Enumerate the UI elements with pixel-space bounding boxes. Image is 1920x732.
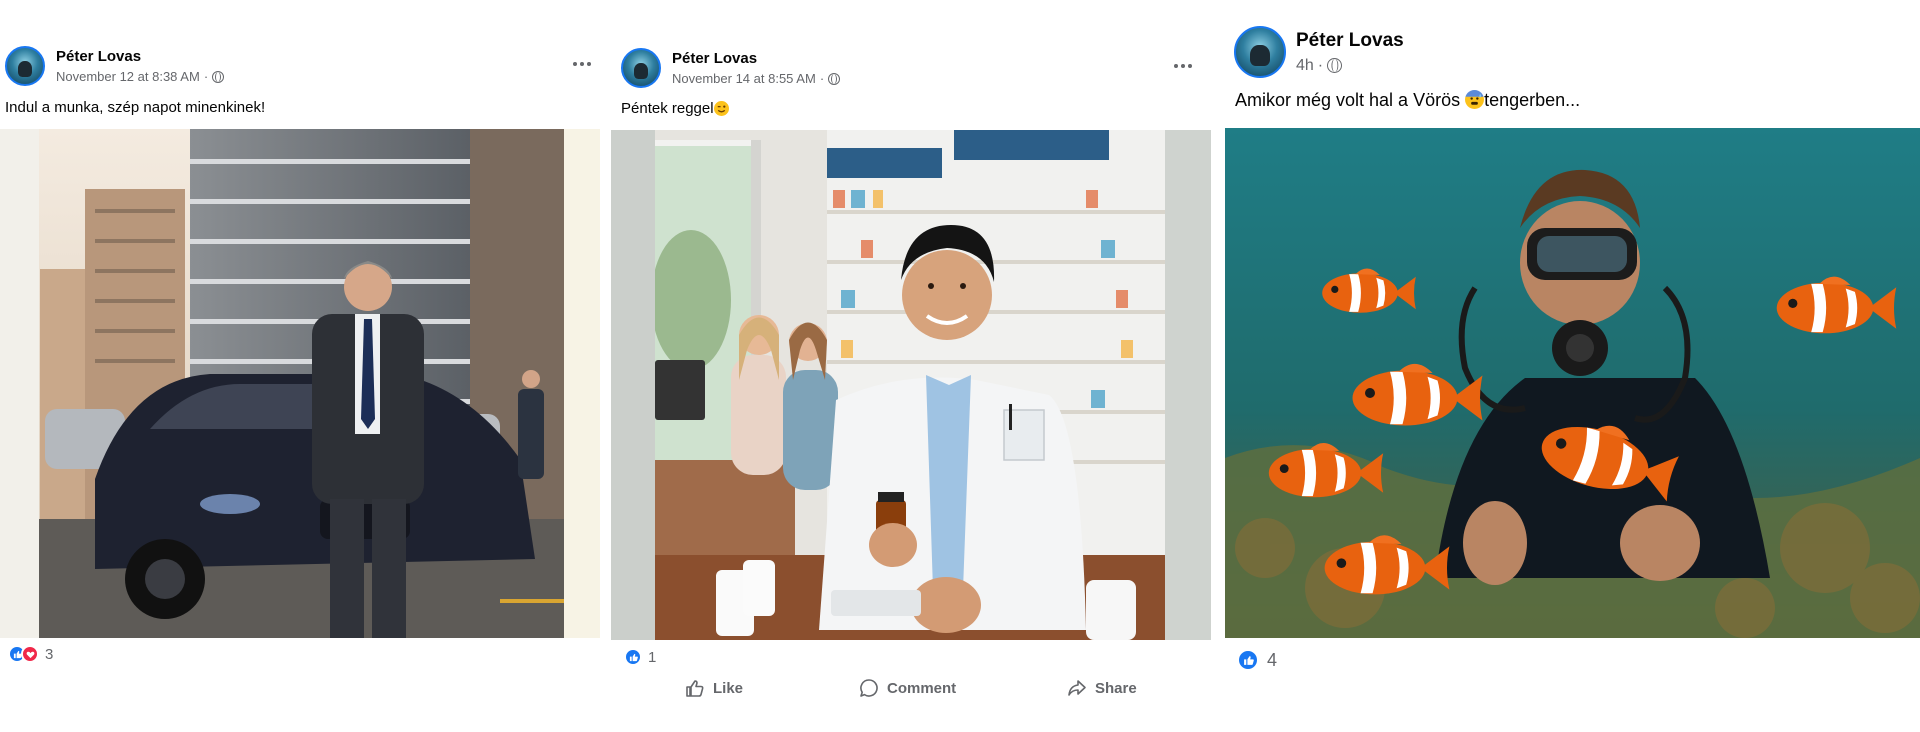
love-icon <box>21 645 39 663</box>
reaction-summary[interactable]: 3 <box>8 645 53 663</box>
like-button[interactable]: Like <box>685 678 743 698</box>
post-photo[interactable] <box>0 129 600 638</box>
author-name[interactable]: Péter Lovas <box>1296 30 1404 52</box>
share-icon <box>1068 680 1086 696</box>
comment-label: Comment <box>887 679 957 697</box>
like-icon <box>1237 649 1259 671</box>
post-caption: Amikor még volt hal a Vörös tengerben... <box>1235 89 1581 111</box>
more-options-icon[interactable] <box>573 62 591 66</box>
comment-button[interactable]: Comment <box>859 678 956 698</box>
post-caption: Indul a munka, szép napot minenkinek! <box>5 99 266 116</box>
post-meta: November 12 at 8:38 AM · <box>56 69 225 84</box>
comment-icon <box>860 679 878 697</box>
timestamp[interactable]: November 14 at 8:55 AM <box>672 71 816 86</box>
globe-icon[interactable] <box>828 72 841 85</box>
post-header: Péter Lovas November 14 at 8:55 AM · <box>621 48 841 88</box>
post-photo[interactable] <box>611 130 1211 640</box>
globe-icon[interactable] <box>212 70 225 83</box>
photo-businessman-with-car <box>0 129 600 638</box>
post-3: Péter Lovas 4h · Amikor még volt hal a V… <box>1224 20 1920 680</box>
globe-icon[interactable] <box>1327 58 1343 73</box>
timestamp[interactable]: 4h <box>1296 57 1314 75</box>
like-icon <box>624 648 642 666</box>
post-1: Péter Lovas November 12 at 8:38 AM · Ind… <box>0 38 600 678</box>
like-label: Like <box>713 679 744 697</box>
post-2: Péter Lovas November 14 at 8:55 AM · Pén… <box>611 40 1211 710</box>
reaction-summary[interactable]: 1 <box>624 648 656 666</box>
reaction-count: 3 <box>45 645 54 663</box>
caption-text-end: tengerben... <box>1484 90 1581 110</box>
avatar[interactable] <box>621 48 661 88</box>
avatar[interactable] <box>5 46 45 86</box>
caption-text-start: Amikor még volt hal a Vörös <box>1235 90 1466 110</box>
post-caption: Péntek reggel <box>621 100 729 117</box>
photo-diver-with-clownfish <box>1225 128 1920 638</box>
avatar[interactable] <box>1234 26 1286 78</box>
anxious-face-with-sweat-emoji <box>1465 89 1485 109</box>
share-button[interactable]: Share <box>1067 678 1137 698</box>
post-meta: November 14 at 8:55 AM · <box>672 71 841 86</box>
winking-face-emoji <box>713 100 729 116</box>
thumbs-up-icon <box>686 680 704 697</box>
reaction-count: 4 <box>1267 649 1278 670</box>
more-options-icon[interactable] <box>1174 64 1192 68</box>
caption-text: Péntek reggel <box>621 100 714 117</box>
author-name[interactable]: Péter Lovas <box>56 48 224 65</box>
post-meta: 4h · <box>1296 57 1404 75</box>
reaction-summary[interactable]: 4 <box>1237 649 1277 671</box>
share-label: Share <box>1095 679 1137 697</box>
post-photo[interactable] <box>1225 128 1920 638</box>
post-header: Péter Lovas November 12 at 8:38 AM · <box>5 46 225 86</box>
timestamp[interactable]: November 12 at 8:38 AM <box>56 69 200 84</box>
post-header: Péter Lovas 4h · <box>1234 26 1404 78</box>
reaction-count: 1 <box>648 648 657 666</box>
author-name[interactable]: Péter Lovas <box>672 50 840 67</box>
photo-pharmacist <box>611 130 1211 640</box>
